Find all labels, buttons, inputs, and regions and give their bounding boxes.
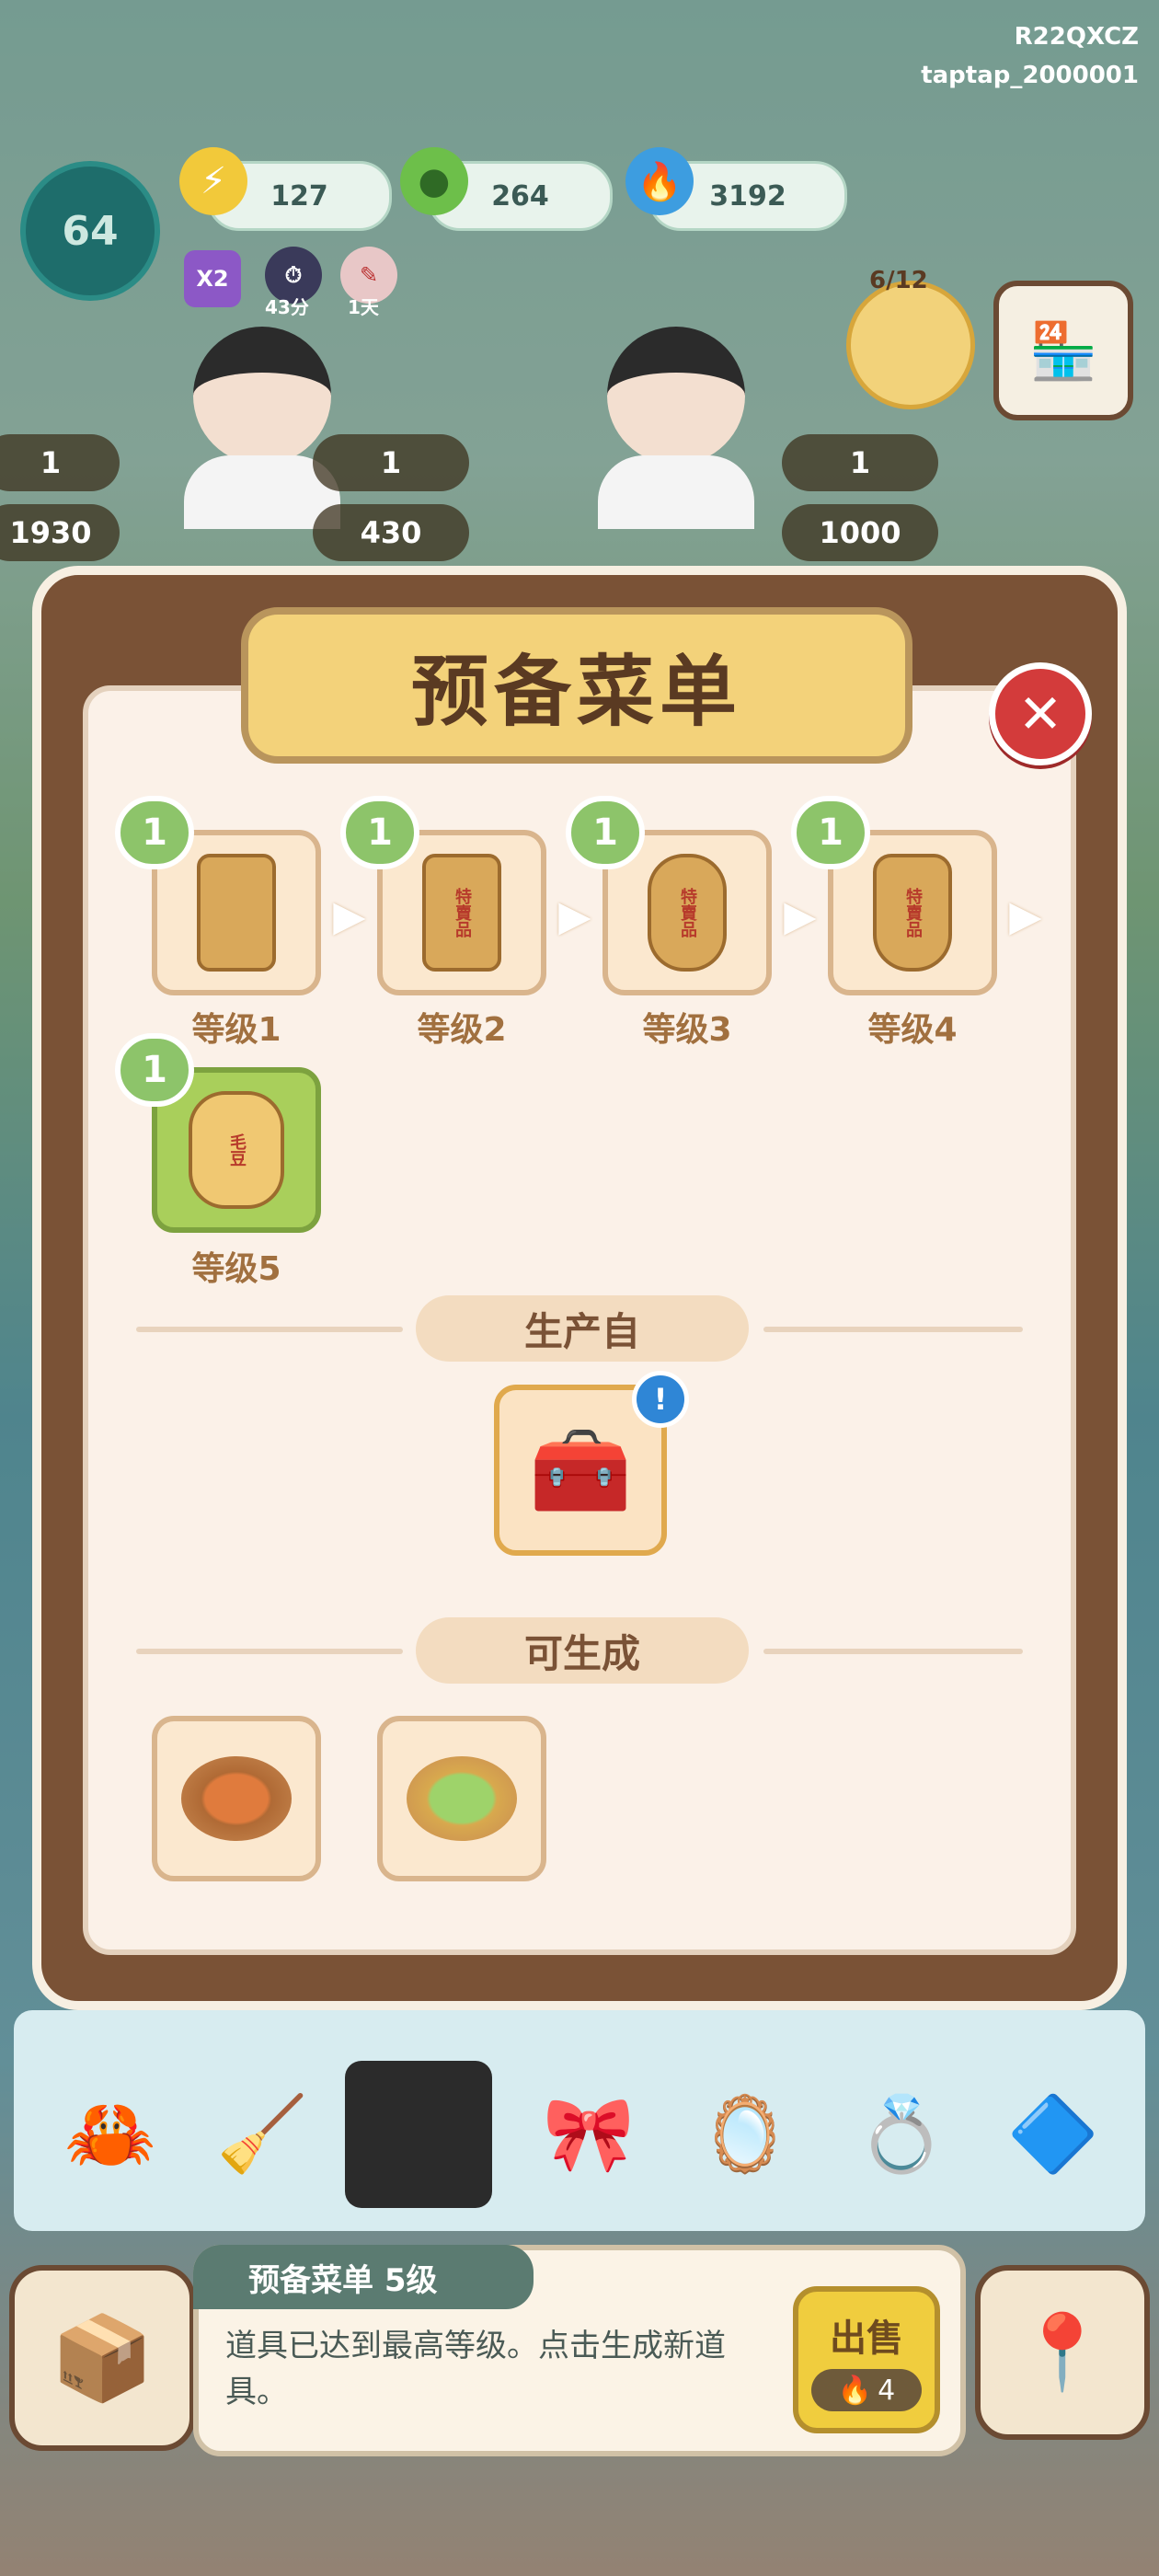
customer-character[interactable] [580, 317, 773, 529]
wooden-tablet-icon [197, 854, 276, 972]
event-progress: 6/12 [869, 267, 928, 294]
chevron-right-icon: ▶ [784, 891, 817, 940]
blue-flame-icon: 🔥 [625, 147, 694, 215]
item-description: 道具已达到最高等级。点击生成新道具。 [225, 2328, 726, 2410]
account-id: taptap_2000001 [921, 62, 1139, 89]
storage-box-button[interactable]: 📦 [9, 2265, 195, 2451]
customer-reward: 1930 [0, 504, 120, 561]
x2-boost-label: X2 [196, 266, 229, 292]
box-icon: 📦 [50, 2309, 155, 2407]
energy-value: 127 [270, 179, 328, 213]
level-label: 等级2 [417, 1011, 507, 1049]
customer-reward: 430 [313, 504, 469, 561]
level-count-badge: 1 [566, 796, 645, 869]
bracelet-icon[interactable]: 💍 [828, 2061, 975, 2208]
map-button[interactable]: 📍 [975, 2265, 1150, 2440]
shop-icon: 🏪 [1028, 318, 1098, 384]
customer-flower-count: 1 [0, 434, 120, 491]
sell-button[interactable]: 出售 🔥 4 [793, 2286, 940, 2433]
vegetable-dish-icon [406, 1755, 518, 1842]
blue-flame-icon: 🔥 [837, 2374, 873, 2407]
sell-price-pill: 🔥 4 [811, 2369, 922, 2411]
oval-tag-icon: 特賣品 [648, 854, 727, 972]
item-name-tag: 预备菜单 5级 [193, 2245, 534, 2309]
chevron-right-icon: ▶ [558, 891, 591, 940]
section-divider [136, 1327, 403, 1332]
x2-boost-icon[interactable]: X2 [184, 250, 241, 307]
hanging-tag-icon: 特賣品 [873, 854, 952, 972]
compact-mirror-icon[interactable]: 🪞 [671, 2061, 819, 2208]
customer-flower-count: 1 [782, 434, 938, 491]
timer-boost-caption: 43分 [265, 296, 309, 318]
wooden-tablet-icon: 特賣品 [422, 854, 501, 972]
sell-price: 4 [878, 2374, 896, 2407]
close-icon: ✕ [1017, 683, 1063, 745]
close-button[interactable]: ✕ [989, 662, 1092, 765]
level-count-badge: 1 [115, 1033, 194, 1107]
can-generate-heading: 可生成 [416, 1617, 749, 1684]
section-divider [136, 1649, 403, 1654]
modal-title-plaque: 预备菜单 [241, 607, 912, 764]
cabinet-icon[interactable] [345, 2061, 492, 2208]
shop-button[interactable]: 🏪 [993, 281, 1133, 420]
sell-label: 出售 [830, 2317, 903, 2360]
chevron-right-icon: ▶ [333, 891, 366, 940]
charm-icon[interactable]: 🎀 [515, 2061, 662, 2208]
generated-item-slot[interactable] [152, 1716, 321, 1881]
generated-item-slot[interactable] [377, 1716, 546, 1881]
ornate-tag-icon: 毛豆 [189, 1091, 284, 1209]
customer-flower-count: 1 [313, 434, 469, 491]
section-divider [763, 1327, 1023, 1332]
generator-box-icon: 🧰 [528, 1421, 633, 1519]
account-code: R22QXCZ [1014, 23, 1139, 51]
player-level-badge[interactable]: 64 [20, 161, 160, 301]
level-count-badge: 1 [340, 796, 419, 869]
map-pin-icon: 📍 [1016, 2309, 1108, 2395]
level-label: 等级5 [191, 1250, 281, 1288]
vacuum-icon[interactable]: 🧹 [189, 2061, 336, 2208]
flame-value: 3192 [709, 179, 786, 213]
level-count-badge: 1 [791, 796, 870, 869]
chevron-right-icon: ▶ [1009, 891, 1042, 940]
beans-dish-icon [180, 1755, 293, 1842]
crab-icon[interactable]: 🦀 [37, 2061, 184, 2208]
calendar-boost-caption: 1天 [348, 296, 379, 318]
produced-from-heading: 生产自 [416, 1295, 749, 1362]
level-count-badge: 1 [115, 796, 194, 869]
alert-icon: ! [632, 1371, 689, 1428]
ornament-icon[interactable]: 🔷 [980, 2061, 1127, 2208]
customer-reward: 1000 [782, 504, 938, 561]
modal-title: 预备菜单 [410, 646, 742, 737]
section-divider [763, 1649, 1023, 1654]
customer-character[interactable] [166, 317, 359, 529]
coin-value: 264 [491, 179, 549, 213]
green-coin-icon[interactable]: ● [400, 147, 468, 215]
level-label: 等级3 [642, 1011, 732, 1049]
level-label: 等级4 [867, 1011, 958, 1049]
energy-bolt-icon[interactable]: ⚡ [179, 147, 247, 215]
event-avatar[interactable] [846, 281, 975, 409]
